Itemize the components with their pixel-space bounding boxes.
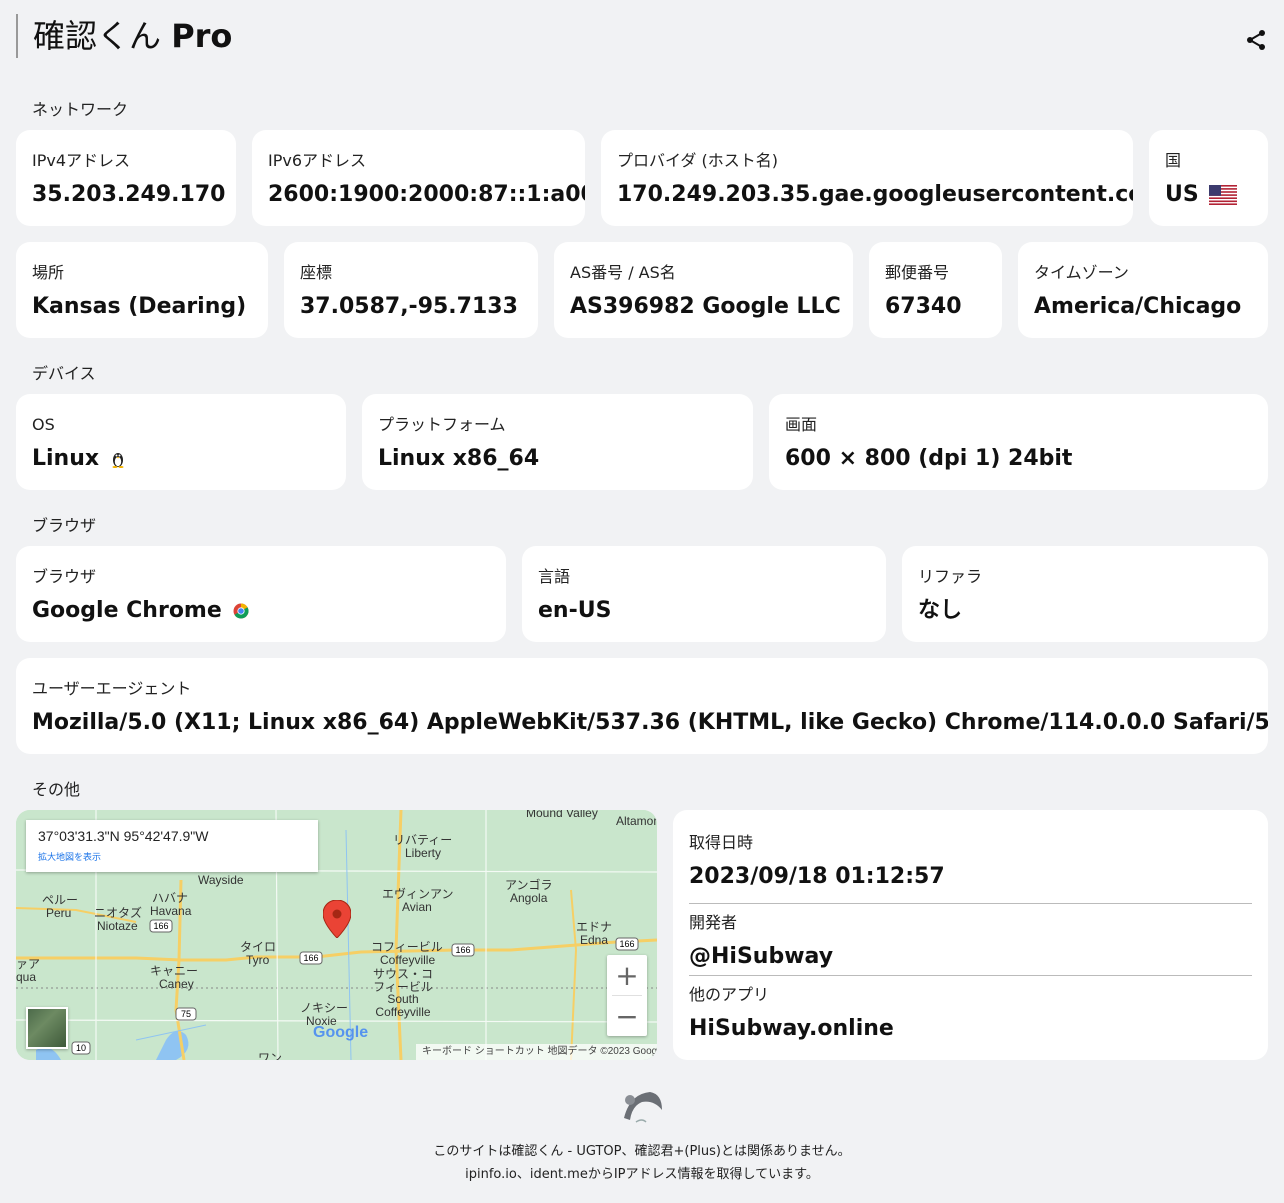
retrieved-label: 取得日時 — [689, 833, 754, 852]
as-label: AS番号 / AS名 — [570, 263, 676, 282]
location-map[interactable]: 37°03'31.3"N 95°42'47.9"W 拡大地図を表示 Mound … — [16, 810, 657, 1060]
page-title: 確認くん Pro — [33, 14, 232, 58]
other-apps-label: 他のアプリ — [689, 985, 770, 1004]
country-value: US — [1165, 182, 1199, 207]
map-pin-icon[interactable] — [323, 900, 351, 938]
provider-card: プロバイダ (ホスト名) 170.249.203.35.gae.googleus… — [601, 130, 1133, 226]
us-flag-icon — [1208, 185, 1237, 205]
title-main: 確認くん — [33, 17, 162, 55]
user-agent-value: Mozilla/5.0 (X11; Linux x86_64) AppleWeb… — [32, 710, 1268, 735]
platform-card: プラットフォーム Linux x86_64 — [362, 394, 753, 490]
ipv6-value: 2600:1900:2000:87::1:a00 — [268, 182, 585, 207]
postal-card: 郵便番号 67340 — [869, 242, 1002, 338]
ipv4-label: IPv4アドレス — [32, 151, 131, 170]
screen-value: 600 × 800 (dpi 1) 24bit — [785, 446, 1073, 471]
country-card: 国 US — [1149, 130, 1268, 226]
screen-card: 画面 600 × 800 (dpi 1) 24bit — [769, 394, 1268, 490]
provider-label: プロバイダ (ホスト名) — [617, 151, 778, 170]
meta-card: 取得日時 2023/09/18 01:12:57 開発者 @HiSubway 他… — [673, 810, 1268, 1060]
browser-card: ブラウザ Google Chrome — [16, 546, 506, 642]
google-logo: Google — [313, 1024, 368, 1042]
route-shield: 166 — [303, 953, 318, 963]
section-label-browser: ブラウザ — [32, 516, 97, 535]
postal-value: 67340 — [885, 294, 962, 319]
location-value: Kansas (Dearing) — [32, 294, 247, 319]
as-card: AS番号 / AS名 AS396982 Google LLC — [554, 242, 853, 338]
ipv4-card: IPv4アドレス 35.203.249.170 — [16, 130, 236, 226]
zoom-out-button[interactable]: − — [607, 996, 647, 1036]
os-value: Linux — [32, 446, 100, 471]
postal-label: 郵便番号 — [885, 263, 950, 282]
google-logo-text: Google — [313, 1024, 369, 1041]
screen-label: 画面 — [785, 415, 818, 434]
title-accent-bar — [16, 14, 18, 58]
platform-label: プラットフォーム — [378, 415, 506, 434]
footer-source-note: ipinfo.io、ident.meからIPアドレス情報を取得しています。 — [465, 1167, 819, 1182]
ipv6-card: IPv6アドレス 2600:1900:2000:87::1:a00 — [252, 130, 585, 226]
section-label-network: ネットワーク — [32, 100, 129, 119]
developer-row: 開発者 @HiSubway — [689, 904, 1252, 976]
zoom-in-button[interactable]: + — [607, 955, 647, 995]
timezone-card: タイムゾーン America/Chicago — [1018, 242, 1268, 338]
route-shield: 166 — [455, 945, 470, 955]
route-shield: 166 — [619, 939, 634, 949]
user-agent-label: ユーザーエージェント — [32, 679, 192, 698]
user-agent-card: ユーザーエージェント Mozilla/5.0 (X11; Linux x86_6… — [16, 658, 1268, 754]
os-label: OS — [32, 415, 55, 434]
timezone-value: America/Chicago — [1034, 294, 1242, 319]
os-card: OS Linux — [16, 394, 346, 490]
other-apps-link[interactable]: HiSubway.online — [689, 1014, 1252, 1044]
referrer-card: リファラ なし — [902, 546, 1268, 642]
browser-label: ブラウザ — [32, 567, 97, 586]
developer-label: 開発者 — [689, 913, 738, 932]
coords-label: 座標 — [300, 263, 333, 282]
map-attribution[interactable]: キーボード ショートカット 地図データ ©2023 Google 利用規約 地図… — [416, 1044, 657, 1060]
coords-card: 座標 37.0587,-95.7133 — [284, 242, 538, 338]
footer-disclaimer: このサイトは確認くん - UGTOP、確認君+(Plus)とは関係ありません。 — [433, 1144, 851, 1159]
provider-value: 170.249.203.35.gae.googleusercontent.com — [617, 182, 1133, 207]
browser-value-row: Google Chrome — [32, 596, 490, 626]
map-zoom-control: + − — [607, 955, 647, 1036]
ipv4-value: 35.203.249.170 — [32, 182, 226, 207]
route-shield: 166 — [153, 921, 168, 931]
app-header: 確認くん Pro — [0, 0, 1284, 72]
map-satellite-toggle[interactable] — [26, 1007, 68, 1049]
coords-value: 37.0587,-95.7133 — [300, 294, 518, 319]
footer-logo-icon — [624, 1092, 662, 1123]
language-card: 言語 en-US — [522, 546, 886, 642]
section-label-device: デバイス — [32, 364, 96, 383]
referrer-value: なし — [918, 598, 963, 623]
chrome-icon — [233, 603, 249, 619]
retrieved-value: 2023/09/18 01:12:57 — [689, 864, 945, 889]
referrer-label: リファラ — [918, 567, 983, 586]
title-suffix: Pro — [171, 17, 233, 55]
country-value-row: US — [1165, 180, 1252, 210]
platform-value: Linux x86_64 — [378, 446, 540, 471]
developer-link[interactable]: @HiSubway — [689, 942, 1252, 972]
country-label: 国 — [1165, 151, 1182, 170]
location-card: 場所 Kansas (Dearing) — [16, 242, 268, 338]
browser-value: Google Chrome — [32, 598, 222, 623]
share-icon[interactable] — [1244, 28, 1268, 52]
linux-tux-icon — [112, 453, 124, 468]
route-shield: 75 — [181, 1009, 191, 1019]
language-label: 言語 — [538, 567, 571, 586]
os-value-row: Linux — [32, 444, 330, 474]
ipv6-label: IPv6アドレス — [268, 151, 367, 170]
timezone-label: タイムゾーン — [1034, 263, 1129, 282]
as-value: AS396982 Google LLC — [570, 294, 841, 319]
route-shield: 10 — [76, 1043, 86, 1053]
retrieved-row: 取得日時 2023/09/18 01:12:57 — [689, 832, 1252, 904]
language-value: en-US — [538, 598, 612, 623]
section-label-other: その他 — [32, 780, 81, 799]
other-apps-row: 他のアプリ HiSubway.online — [689, 976, 1252, 1048]
location-label: 場所 — [32, 263, 65, 282]
